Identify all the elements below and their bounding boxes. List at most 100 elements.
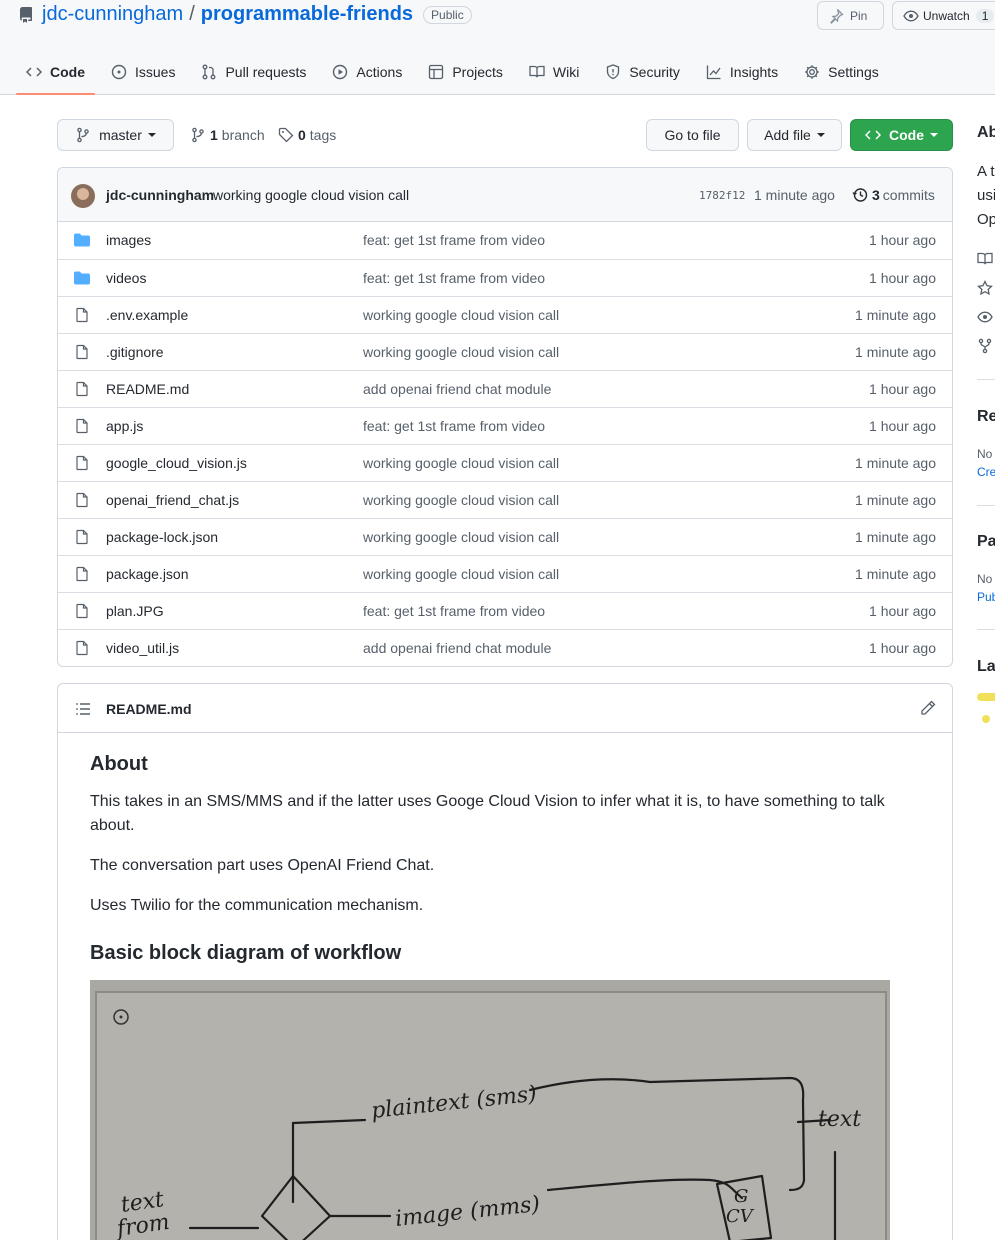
file-name-link[interactable]: app.js <box>106 418 143 434</box>
file-commit-link[interactable]: working google cloud vision call <box>363 566 559 582</box>
file-commit-link[interactable]: working google cloud vision call <box>363 344 559 360</box>
file-name-link[interactable]: google_cloud_vision.js <box>106 455 247 471</box>
go-to-file-label: Go to file <box>664 127 721 143</box>
code-icon <box>26 67 42 77</box>
file-commit-link[interactable]: add openai friend chat module <box>363 640 551 656</box>
tab-label: Issues <box>135 64 176 80</box>
tab-code[interactable]: Code <box>16 50 95 95</box>
file-name-link[interactable]: videos <box>106 270 146 286</box>
file-name-link[interactable]: video_util.js <box>106 640 179 656</box>
tab-pull-requests[interactable]: Pull requests <box>191 50 316 94</box>
file-row[interactable]: google_cloud_vision.js working google clo… <box>58 444 952 481</box>
readme-heading-about: About <box>90 753 148 775</box>
add-file-label: Add file <box>764 127 811 143</box>
file-commit-link[interactable]: feat: get 1st frame from video <box>363 603 545 619</box>
file-name-link[interactable]: images <box>106 232 151 248</box>
sidebar-packages-heading[interactable]: Pa <box>977 533 995 551</box>
eye-icon[interactable] <box>977 309 993 325</box>
repo-header: jdc-cunningham / programmable-friends Pu… <box>0 0 995 95</box>
pin-button[interactable]: Pin <box>817 1 884 30</box>
readme-filename-link[interactable]: README.md <box>106 701 192 717</box>
commit-sha-link[interactable]: 1782f12 <box>699 189 745 202</box>
branches-link[interactable]: 1 branch <box>190 127 265 143</box>
file-commit-link[interactable]: working google cloud vision call <box>363 492 559 508</box>
file-commit-link[interactable]: working google cloud vision call <box>363 307 559 323</box>
file-row[interactable]: package-lock.json working google cloud vi… <box>58 518 952 555</box>
file-row[interactable]: images feat: get 1st frame from video 1 ho… <box>58 222 952 259</box>
tab-insights[interactable]: Insights <box>696 50 788 94</box>
watch-count: 1 <box>975 8 995 23</box>
list-unordered-icon[interactable] <box>75 701 91 717</box>
file-name-link[interactable]: package.json <box>106 566 189 582</box>
file-icon <box>74 418 90 434</box>
tab-projects[interactable]: Projects <box>418 50 513 94</box>
file-name-link[interactable]: README.md <box>106 381 189 397</box>
sidebar-releases-heading[interactable]: Re <box>977 408 995 426</box>
go-to-file-button[interactable]: Go to file <box>646 119 739 151</box>
file-row[interactable]: videos feat: get 1st frame from video 1 ho… <box>58 259 952 296</box>
file-row[interactable]: package.json working google cloud vision … <box>58 555 952 592</box>
repo-title: jdc-cunningham / programmable-friends Pu… <box>18 3 472 26</box>
file-row[interactable]: .env.example working google cloud vision … <box>58 296 952 333</box>
commit-count-label: commits <box>882 187 935 203</box>
sidebar-releases-text: No <box>977 447 993 461</box>
tab-security[interactable]: Security <box>595 50 690 94</box>
file-commit-link[interactable]: add openai friend chat module <box>363 381 551 397</box>
file-row[interactable]: app.js feat: get 1st frame from video 1 ho… <box>58 407 952 444</box>
file-commit-link[interactable]: feat: get 1st frame from video <box>363 418 545 434</box>
commit-message-link[interactable]: working google cloud vision call <box>213 187 409 203</box>
branch-name: master <box>99 127 142 143</box>
file-icon <box>74 640 90 656</box>
repo-owner-link[interactable]: jdc-cunningham <box>42 3 183 26</box>
chevron-down-icon <box>816 133 825 137</box>
add-file-button[interactable]: Add file <box>747 119 842 151</box>
tab-actions[interactable]: Actions <box>322 50 412 94</box>
history-icon <box>852 188 868 202</box>
file-name-link[interactable]: .env.example <box>106 307 188 323</box>
file-commit-link[interactable]: feat: get 1st frame from video <box>363 270 545 286</box>
repo-icon <box>19 6 32 23</box>
folder-icon <box>74 270 90 286</box>
file-row[interactable]: .gitignore working google cloud vision ca… <box>58 333 952 370</box>
tab-label: Insights <box>729 64 779 80</box>
sidebar-create-release-link[interactable]: Cre <box>977 465 995 479</box>
tab-label: Actions <box>356 64 403 80</box>
watch-button[interactable]: Unwatch 1 <box>892 1 995 30</box>
file-name-link[interactable]: package-lock.json <box>106 529 218 545</box>
book-icon[interactable] <box>977 251 993 267</box>
file-icon <box>74 344 90 360</box>
workflow-diagram-image[interactable]: plaintext (sms) text image (mms) text fr… <box>90 980 890 1240</box>
file-age: 1 minute ago <box>855 307 936 323</box>
tab-settings[interactable]: Settings <box>794 50 889 94</box>
file-row[interactable]: plan.JPG feat: get 1st frame from video 1 … <box>58 592 952 629</box>
code-dropdown-button[interactable]: Code <box>850 119 953 151</box>
tab-wiki[interactable]: Wiki <box>519 50 589 94</box>
commits-link[interactable]: 3 commits <box>852 187 935 203</box>
file-commit-link[interactable]: working google cloud vision call <box>363 455 559 471</box>
sidebar-packages-text: No <box>977 572 993 586</box>
chevron-down-icon <box>930 133 938 137</box>
commit-author-link[interactable]: jdc-cunningham <box>106 187 214 203</box>
branch-select-button[interactable]: master <box>57 119 174 151</box>
file-name-link[interactable]: openai_friend_chat.js <box>106 492 239 508</box>
readme-paragraph: The conversation part uses OpenAI Friend… <box>90 857 435 874</box>
file-row[interactable]: README.md add openai friend chat module 1 … <box>58 370 952 407</box>
repo-name-link[interactable]: programmable-friends <box>201 3 413 26</box>
tags-link[interactable]: 0 tags <box>278 127 336 143</box>
file-name-link[interactable]: plan.JPG <box>106 603 164 619</box>
fork-icon[interactable] <box>977 338 993 354</box>
sketch-label-gcv-g: G <box>734 1186 748 1207</box>
file-row[interactable]: openai_friend_chat.js working google clou… <box>58 481 952 518</box>
file-commit-link[interactable]: working google cloud vision call <box>363 529 559 545</box>
sidebar-publish-package-link[interactable]: Pub <box>977 590 995 604</box>
sidebar-about-heading: Ab <box>977 124 995 141</box>
tab-issues[interactable]: Issues <box>101 50 185 94</box>
file-name-link[interactable]: .gitignore <box>106 344 164 360</box>
avatar[interactable] <box>71 184 95 208</box>
file-age: 1 hour ago <box>869 418 936 434</box>
file-row[interactable]: video_util.js add openai friend chat modu… <box>58 629 952 666</box>
file-age: 1 minute ago <box>855 529 936 545</box>
file-commit-link[interactable]: feat: get 1st frame from video <box>363 232 545 248</box>
pencil-icon[interactable] <box>920 700 936 716</box>
star-icon[interactable] <box>977 280 993 296</box>
